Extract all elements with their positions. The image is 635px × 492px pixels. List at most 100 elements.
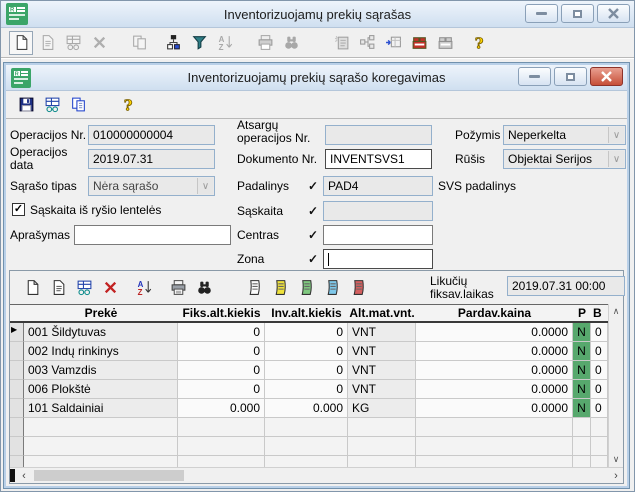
app-logo-icon: R (6, 3, 28, 25)
saskaita-label: Sąskaita (237, 204, 284, 218)
scrollbar-thumb[interactable] (34, 470, 184, 481)
saskaita-is-rysio-checkbox[interactable]: ✓ (12, 203, 25, 216)
journal-yellow-icon[interactable] (268, 275, 292, 299)
horizontal-scrollbar[interactable]: ‹ › (10, 467, 623, 483)
centras-field[interactable] (323, 225, 433, 245)
col-inv-alt-kiekis[interactable]: Inv.alt.kiekis (265, 306, 348, 320)
lookup-check-icon[interactable]: ✓ (308, 179, 318, 193)
col-p[interactable]: P (573, 306, 591, 320)
journal-white-icon[interactable] (242, 275, 266, 299)
table-row[interactable]: 003 Vamzdis 0 0 VNT 0.0000 N 0 (10, 361, 608, 380)
saraso-tipas-label: Sąrašo tipas (10, 179, 77, 193)
scroll-down-icon[interactable]: ∨ (613, 454, 620, 465)
col-preke[interactable]: Prekė (24, 306, 178, 320)
items-table: Prekė Fiks.alt.kiekis Inv.alt.kiekis Alt… (10, 304, 608, 467)
dialog-maximize-button[interactable] (554, 67, 587, 86)
register-gray-icon[interactable] (433, 31, 457, 55)
dialog-form: Operacijos Nr. 010000000004 Atsargų oper… (6, 119, 627, 269)
edit-record-icon[interactable] (40, 93, 64, 117)
status-badge: N (573, 361, 591, 380)
aprasymas-label: Aprašymas (10, 228, 71, 242)
main-titlebar[interactable]: R Inventorizuojamų prekių sąrašas (1, 1, 634, 28)
help-icon[interactable]: ? (116, 93, 140, 117)
journal-cyan-icon[interactable] (320, 275, 344, 299)
fiksav-laikas-field[interactable]: 2019.07.31 00:00 (507, 276, 625, 296)
link-tree-icon[interactable] (355, 31, 379, 55)
centras-label: Centras (237, 228, 280, 242)
saskaita-field[interactable] (323, 201, 433, 221)
scroll-right-icon[interactable]: › (609, 468, 623, 483)
new-document-icon[interactable] (9, 30, 33, 55)
scroll-left-icon[interactable]: ‹ (17, 468, 31, 483)
zona-label: Zona (237, 252, 265, 266)
copy-icon[interactable] (127, 31, 151, 55)
delete-row-icon[interactable] (98, 275, 122, 299)
chevron-down-icon[interactable]: ∨ (608, 151, 624, 167)
aprasymas-field[interactable] (74, 225, 231, 245)
import-item-icon[interactable] (329, 31, 353, 55)
save-icon[interactable] (14, 93, 38, 117)
table-row[interactable]: 006 Plokštė 0 0 VNT 0.0000 N 0 (10, 380, 608, 399)
help-icon[interactable]: ? (467, 31, 491, 55)
padalinys-field[interactable]: PAD4 (323, 176, 433, 196)
minimize-button[interactable] (525, 4, 558, 23)
chevron-down-icon[interactable]: ∨ (608, 127, 624, 143)
svg-text:R: R (10, 8, 15, 14)
find-icon[interactable] (192, 275, 216, 299)
new-row-icon[interactable] (20, 275, 44, 299)
journal-green-icon[interactable] (294, 275, 318, 299)
filter-funnel-icon[interactable] (187, 31, 211, 55)
table-row-empty (10, 418, 608, 437)
maximize-button[interactable] (561, 4, 594, 23)
table-header: Prekė Fiks.alt.kiekis Inv.alt.kiekis Alt… (10, 305, 608, 323)
sort-az-icon[interactable]: AZ (132, 275, 156, 299)
col-pardav-kaina[interactable]: Pardav.kaina (416, 306, 573, 320)
journal-red-icon[interactable] (346, 275, 370, 299)
find-icon[interactable] (279, 31, 303, 55)
rusis-select[interactable]: Objektai Serijos ∨ (503, 149, 626, 169)
table-row[interactable]: 002 Indų rinkinys 0 0 VNT 0.0000 N 0 (10, 342, 608, 361)
edit-row-icon[interactable] (72, 275, 96, 299)
lookup-check-icon[interactable]: ✓ (308, 204, 318, 218)
table-row[interactable]: 101 Saldainiai 0.000 0.000 KG 0.0000 N 0 (10, 399, 608, 418)
scroll-up-icon[interactable]: ∧ (613, 306, 620, 317)
row-marker-icon: ▶ (10, 323, 24, 342)
table-row[interactable]: ▶ 001 Šildytuvas 0 0 VNT 0.0000 N 0 (10, 323, 608, 342)
print-icon[interactable] (166, 275, 190, 299)
scrollbar-edge (10, 469, 15, 482)
table-row-empty (10, 437, 608, 456)
zona-field[interactable] (323, 249, 433, 269)
edit-record-icon[interactable] (61, 31, 85, 55)
open-document-icon[interactable] (35, 31, 59, 55)
lookup-check-icon[interactable]: ✓ (308, 228, 318, 242)
operacijos-data-field[interactable]: 2019.07.31 (88, 149, 215, 169)
dokumento-nr-field[interactable]: INVENTSVS1 (325, 149, 432, 169)
grid-panel: AZ Likučių fiksav.laikas 2019.07.31 00:0… (9, 270, 625, 484)
col-fiks-alt-kiekis[interactable]: Fiks.alt.kiekis (178, 306, 265, 320)
view-row-icon[interactable] (46, 275, 70, 299)
close-button[interactable] (597, 4, 630, 23)
pozymis-select[interactable]: Neperkelta ∨ (503, 125, 626, 145)
register-red-icon[interactable] (407, 31, 431, 55)
col-b[interactable]: B (591, 306, 608, 320)
copy-icon[interactable] (66, 93, 90, 117)
delete-icon[interactable] (87, 31, 111, 55)
dialog-minimize-button[interactable] (518, 67, 551, 86)
dialog-titlebar[interactable]: R Inventorizuojamų prekių sąrašo koregav… (6, 65, 627, 91)
lookup-check-icon[interactable]: ✓ (308, 252, 318, 266)
atsargu-operacijos-nr-field[interactable] (325, 125, 432, 145)
print-icon[interactable] (253, 31, 277, 55)
sort-az-icon[interactable]: AZ (213, 31, 237, 55)
main-toolbar: AZ ? (1, 28, 634, 58)
filter-tree-icon[interactable] (161, 31, 185, 55)
send-to-grid-icon[interactable] (381, 31, 405, 55)
saraso-tipas-select[interactable]: Nėra sąrašo ∨ (88, 176, 215, 196)
col-alt-mat-vnt[interactable]: Alt.mat.vnt. (348, 306, 416, 320)
vertical-scrollbar[interactable]: ∧ ∨ (608, 304, 623, 467)
fiksav-laikas-label: Likučių fiksav.laikas (430, 274, 494, 301)
operacijos-nr-field[interactable]: 010000000004 (88, 125, 215, 145)
svg-text:Z: Z (137, 287, 142, 295)
status-badge: N (573, 380, 591, 399)
dialog-close-button[interactable] (590, 67, 623, 86)
status-badge: N (573, 342, 591, 361)
